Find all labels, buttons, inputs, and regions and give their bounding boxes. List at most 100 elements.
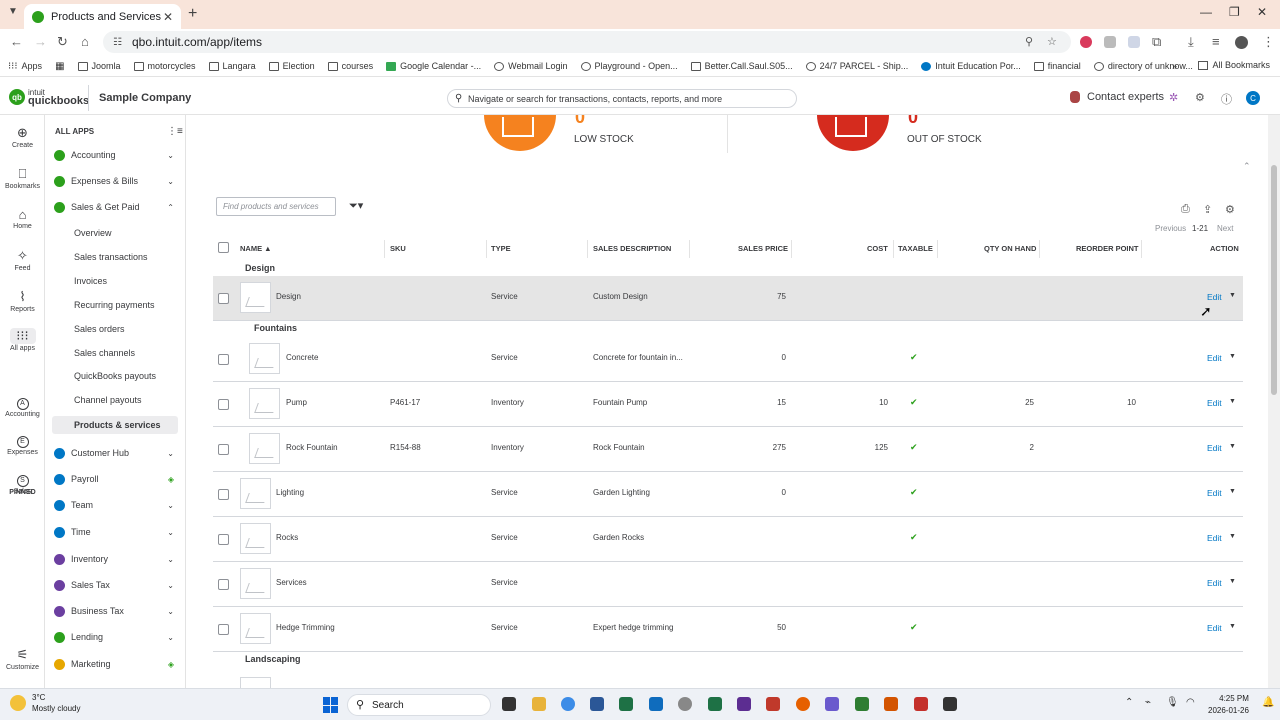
- youtube-icon[interactable]: [914, 697, 928, 711]
- item-image-placeholder[interactable]: [240, 523, 271, 554]
- more-bookmarks-icon[interactable]: »: [1172, 61, 1177, 71]
- ai-assist-icon[interactable]: ✲: [1169, 91, 1178, 104]
- system-clock[interactable]: 4:25 PM 2026-01-26: [1208, 693, 1249, 717]
- windows-start-icon[interactable]: [323, 697, 339, 713]
- sidebar-sub-products-services[interactable]: Products & services: [52, 416, 178, 434]
- sidebar-item-lending[interactable]: Lending ⌄: [54, 627, 180, 647]
- item-image-placeholder[interactable]: [240, 478, 271, 509]
- tab-search-icon[interactable]: ▼: [8, 6, 18, 17]
- company-name[interactable]: Sample Company: [88, 85, 191, 111]
- item-image-placeholder[interactable]: [240, 677, 271, 688]
- collapse-chevron-icon[interactable]: ⌃: [1243, 161, 1251, 172]
- word-icon[interactable]: [590, 697, 604, 711]
- sidebar-item-time[interactable]: Time ⌄: [54, 522, 180, 542]
- table-row[interactable]: Design Service Custom Design 75 Edit ▼: [213, 276, 1243, 321]
- acrobat-icon[interactable]: [766, 697, 780, 711]
- rail-customize[interactable]: ⚟ Customize: [0, 647, 45, 671]
- bookmark-star-icon[interactable]: ☆: [1047, 35, 1057, 48]
- table-row[interactable]: Lighting Service Garden Lighting 0 ✔ Edi…: [213, 472, 1243, 517]
- download-icon[interactable]: ⤓: [1188, 34, 1194, 50]
- bookmark-directory[interactable]: directory of unknow...: [1093, 61, 1193, 71]
- rail-home[interactable]: ⌂ Home: [0, 207, 45, 230]
- col-cost[interactable]: COST: [867, 244, 888, 253]
- edit-link[interactable]: Edit: [1207, 623, 1222, 633]
- sidebar-sub-recurring-payments[interactable]: Recurring payments: [74, 300, 155, 310]
- table-row[interactable]: Hedge Trimming Service Expert hedge trim…: [213, 607, 1243, 652]
- network-icon[interactable]: ⌁: [1145, 697, 1151, 708]
- bookmark-langara[interactable]: Langara: [208, 61, 256, 71]
- bookmark-parcel[interactable]: 24/7 PARCEL - Ship...: [805, 61, 908, 71]
- item-name[interactable]: Services: [276, 578, 307, 587]
- rail-all-apps[interactable]: ⁝⁝⁝ All apps: [0, 328, 45, 352]
- col-sku[interactable]: SKU: [390, 244, 406, 253]
- item-name[interactable]: Pump: [286, 398, 307, 407]
- col-sales-description[interactable]: SALES DESCRIPTION: [593, 244, 671, 253]
- sidebar-sub-sales-channels[interactable]: Sales channels: [74, 348, 135, 358]
- find-products-input[interactable]: Find products and services: [216, 197, 336, 216]
- page-scrollbar[interactable]: [1268, 115, 1280, 688]
- scrollbar-thumb[interactable]: [1271, 165, 1277, 395]
- bookmark-election[interactable]: Election: [268, 61, 315, 71]
- bookmark-webmail[interactable]: Webmail Login: [494, 61, 568, 71]
- sidebar-item-marketing[interactable]: Marketing ◈: [54, 654, 180, 674]
- row-checkbox[interactable]: [218, 293, 229, 304]
- chrome-icon[interactable]: [561, 697, 575, 711]
- sidebar-item-payroll[interactable]: Payroll ◈: [54, 469, 180, 489]
- row-checkbox[interactable]: [218, 354, 229, 365]
- taskbar-search-input[interactable]: ⚲ Search: [347, 694, 491, 716]
- low-stock-count[interactable]: 0: [575, 115, 585, 128]
- out-of-stock-box-icon[interactable]: [817, 115, 889, 151]
- row-action-dropdown-icon[interactable]: ▼: [1229, 443, 1236, 450]
- bookmark-grid[interactable]: ▦: [55, 61, 64, 72]
- item-image-placeholder[interactable]: [249, 388, 280, 419]
- table-settings-gear-icon[interactable]: ⚙: [1225, 203, 1235, 216]
- weather-widget[interactable]: 3°C Mostly cloudy: [10, 692, 80, 714]
- sidebar-item-team[interactable]: Team ⌄: [54, 495, 180, 515]
- sidebar-item-inventory[interactable]: Inventory ⌄: [54, 549, 180, 569]
- rail-accounting[interactable]: A Accounting: [0, 393, 45, 418]
- col-sales-price[interactable]: SALES PRICE: [738, 244, 788, 253]
- item-image-placeholder[interactable]: [249, 433, 280, 464]
- quickbooks-logo[interactable]: qb intuit quickbooks: [9, 88, 89, 107]
- sidebar-item-customer-hub[interactable]: Customer Hub ⌄: [54, 443, 180, 463]
- row-action-dropdown-icon[interactable]: ▼: [1229, 292, 1236, 299]
- wifi-icon[interactable]: ◠: [1186, 697, 1195, 708]
- item-name[interactable]: Design: [276, 292, 301, 301]
- row-checkbox[interactable]: [218, 624, 229, 635]
- profile-avatar[interactable]: [1235, 36, 1248, 49]
- table-row[interactable]: Pump P461-17 Inventory Fountain Pump 15 …: [213, 382, 1243, 427]
- row-action-dropdown-icon[interactable]: ▼: [1229, 353, 1236, 360]
- row-action-dropdown-icon[interactable]: ▼: [1229, 533, 1236, 540]
- item-name[interactable]: Rocks: [276, 533, 298, 542]
- sidebar-sub-channel-payouts[interactable]: Channel payouts: [74, 395, 142, 405]
- print-icon[interactable]: ⎙: [1181, 203, 1190, 216]
- item-name[interactable]: Concrete: [286, 353, 318, 362]
- reload-icon[interactable]: ↻: [57, 34, 68, 50]
- item-image-placeholder[interactable]: [240, 282, 271, 313]
- filter-icon[interactable]: ⏷▾: [349, 199, 363, 213]
- app-icon[interactable]: [737, 697, 751, 711]
- item-image-placeholder[interactable]: [249, 343, 280, 374]
- rail-feed[interactable]: ✧ Feed: [0, 248, 45, 272]
- table-row[interactable]: Services Service Edit ▼: [213, 562, 1243, 607]
- sidebar-item-accounting[interactable]: Accounting ⌄: [54, 145, 180, 165]
- task-view-icon[interactable]: [502, 697, 516, 711]
- col-taxable[interactable]: TAXABLE: [898, 244, 933, 253]
- rail-expenses[interactable]: E Expenses: [0, 431, 45, 456]
- sidebar-item-business-tax[interactable]: Business Tax ⌄: [54, 601, 180, 621]
- tray-overflow-icon[interactable]: ⌃: [1125, 697, 1133, 708]
- app-icon[interactable]: [855, 697, 869, 711]
- next-page-link[interactable]: Next: [1217, 224, 1233, 233]
- edit-link[interactable]: Edit: [1207, 488, 1222, 498]
- user-avatar[interactable]: C: [1246, 91, 1260, 105]
- item-image-placeholder[interactable]: [240, 568, 271, 599]
- file-explorer-icon[interactable]: [532, 697, 546, 711]
- item-name[interactable]: Hedge Trimming: [276, 623, 335, 632]
- bookmark-apps[interactable]: ⁝⁝⁝ Apps: [8, 61, 42, 72]
- app-icon[interactable]: [943, 697, 957, 711]
- app-icon[interactable]: [884, 697, 898, 711]
- home-icon[interactable]: ⌂: [81, 34, 89, 49]
- select-all-checkbox[interactable]: [218, 242, 229, 253]
- global-search-input[interactable]: ⚲ Navigate or search for transactions, c…: [447, 89, 797, 108]
- excel-icon[interactable]: [619, 697, 633, 711]
